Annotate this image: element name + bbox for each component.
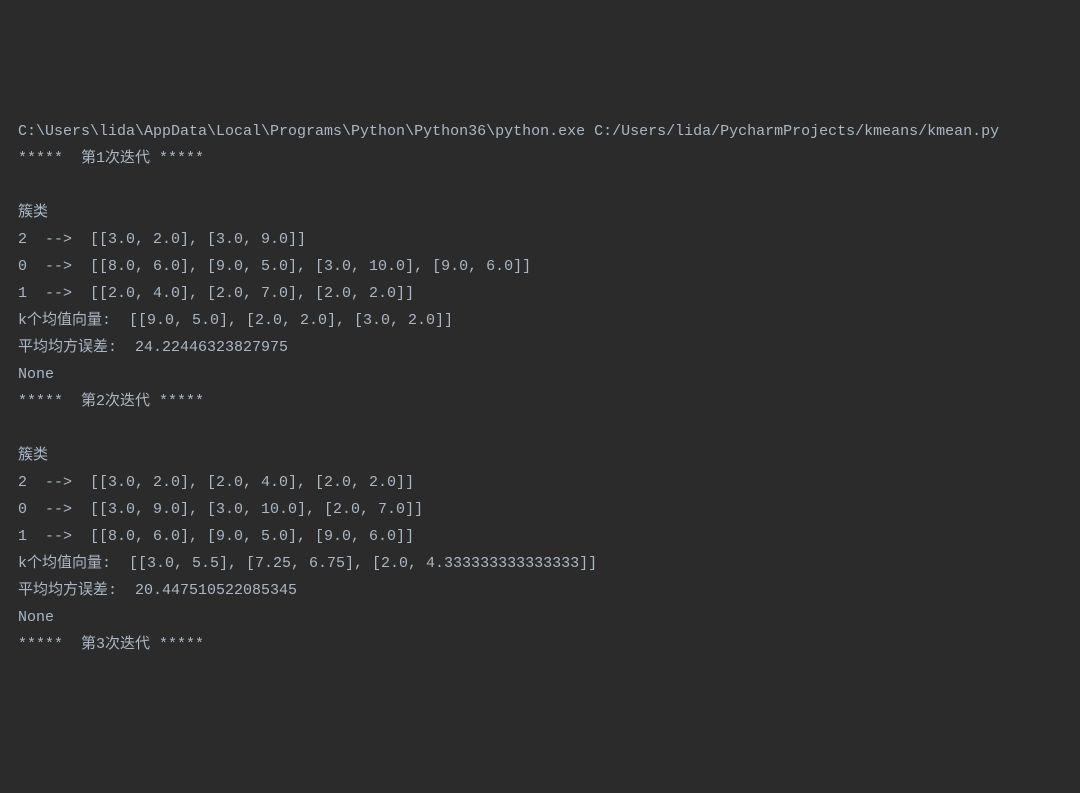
- console-line: [18, 172, 1062, 199]
- console-line: 0 --> [[3.0, 9.0], [3.0, 10.0], [2.0, 7.…: [18, 496, 1062, 523]
- console-line: 平均均方误差: 24.22446323827975: [18, 334, 1062, 361]
- console-line: None: [18, 361, 1062, 388]
- console-line: 2 --> [[3.0, 2.0], [3.0, 9.0]]: [18, 226, 1062, 253]
- console-line: 2 --> [[3.0, 2.0], [2.0, 4.0], [2.0, 2.0…: [18, 469, 1062, 496]
- console-line: 0 --> [[8.0, 6.0], [9.0, 5.0], [3.0, 10.…: [18, 253, 1062, 280]
- console-line: 簇类: [18, 199, 1062, 226]
- console-line: 平均均方误差: 20.447510522085345: [18, 577, 1062, 604]
- console-line: 1 --> [[8.0, 6.0], [9.0, 5.0], [9.0, 6.0…: [18, 523, 1062, 550]
- console-line: k个均值向量: [[9.0, 5.0], [2.0, 2.0], [3.0, 2…: [18, 307, 1062, 334]
- console-output: C:\Users\lida\AppData\Local\Programs\Pyt…: [18, 118, 1062, 658]
- console-line: 簇类: [18, 442, 1062, 469]
- console-line: ***** 第1次迭代 *****: [18, 145, 1062, 172]
- console-line: [18, 415, 1062, 442]
- console-line: ***** 第3次迭代 *****: [18, 631, 1062, 658]
- console-line: k个均值向量: [[3.0, 5.5], [7.25, 6.75], [2.0,…: [18, 550, 1062, 577]
- console-line: ***** 第2次迭代 *****: [18, 388, 1062, 415]
- console-line: 1 --> [[2.0, 4.0], [2.0, 7.0], [2.0, 2.0…: [18, 280, 1062, 307]
- console-line: C:\Users\lida\AppData\Local\Programs\Pyt…: [18, 118, 1062, 145]
- console-line: None: [18, 604, 1062, 631]
